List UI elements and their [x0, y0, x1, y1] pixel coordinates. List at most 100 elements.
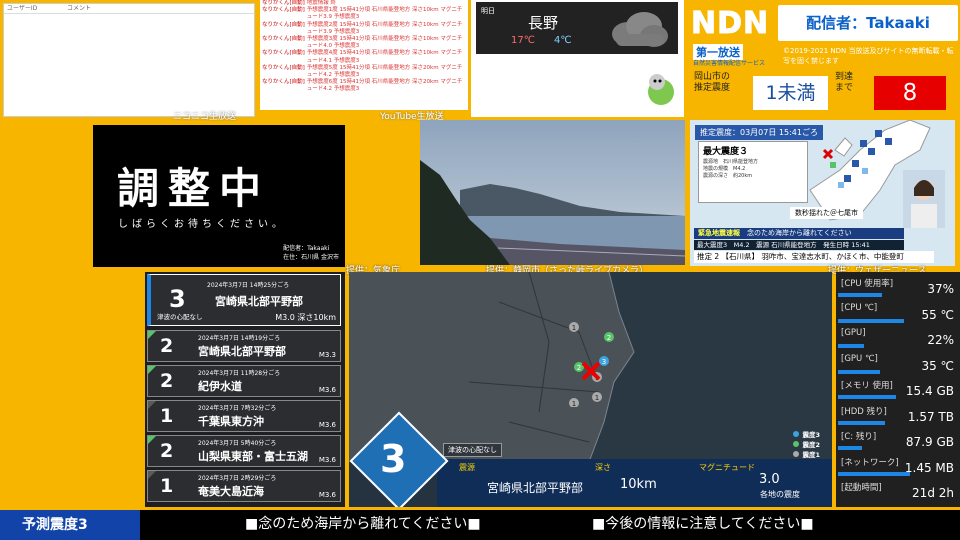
item-magnitude: M3.3	[318, 351, 336, 359]
monitor-value: 35 ℃	[921, 358, 954, 373]
svg-text:2: 2	[607, 334, 611, 342]
legend-label: 震度3	[802, 431, 820, 439]
item-time: 2024年3月7日 5時40分ごろ	[198, 440, 277, 447]
item-intensity: 2	[160, 335, 174, 357]
monitor-value: 55 ℃	[921, 307, 954, 322]
monitor-value: 22%	[927, 333, 954, 347]
forecast-day: 明日	[481, 7, 495, 15]
intensity-marker	[148, 471, 156, 479]
monitor-row: [GPU] 22%	[838, 327, 958, 348]
earthquake-history-list: 3 2024年3月7日 14時25分ごろ 宮崎県北部平野部 津波の心配なし M3…	[145, 272, 345, 507]
epicenter: 震源地 石川県能登地方	[703, 159, 759, 165]
value-epicenter: 宮崎県北部平野部	[487, 481, 584, 495]
chat-msg: 予想震度2度 15時41分頃 石川県能登地方 深さ10km マグニチュード3.9…	[306, 21, 463, 35]
monitor-bar	[838, 420, 885, 425]
label-each-area: 各地の震度	[760, 490, 800, 499]
ticker-message-1: ■念のため海岸から離れてください■	[245, 516, 481, 532]
item-place: 山梨県東部・富士五湖	[198, 450, 308, 463]
monitor-row: [HDD 残り] 1.57 TB	[838, 404, 958, 425]
monitor-bar	[838, 318, 904, 323]
chat-user: なりかくん[自動]	[262, 21, 305, 28]
chat-row: なりかくん[自動] 予想震度4度 15時41分頃 石川県能登地方 深さ10km マ…	[262, 50, 466, 64]
svg-text:1: 1	[572, 324, 576, 332]
arrival-label: 到達 まで	[835, 72, 853, 94]
youtube-chat-panel: なりかくん[自動] 地震情報 終 なりかくん[自動] 予想震度1度 15時41分頃 …	[260, 0, 468, 110]
svg-text:1: 1	[572, 400, 576, 407]
item-time: 2024年3月7日 14時25分ごろ	[207, 282, 290, 289]
eew-info: 最大震度3 M4.2 震源 石川県能登地方 発生日時 15:41	[694, 240, 904, 250]
item-time: 2024年3月7日 2時29分ごろ	[198, 475, 277, 482]
legend-dot	[793, 441, 800, 447]
item-place: 奄美大島近海	[198, 485, 264, 498]
monitor-row: [メモリ 使用] 15.4 GB	[838, 378, 958, 399]
monitor-bar	[838, 395, 896, 399]
monitor-row: [ネットワーク] 1.45 MB	[838, 455, 958, 476]
item-intensity: 1	[160, 475, 174, 497]
col-user-id: ユーザーID	[7, 5, 38, 12]
item-place: 紀伊水道	[198, 380, 242, 393]
legend-item: 震度2	[793, 440, 820, 450]
item-magnitude: M3.6	[318, 386, 336, 394]
monitor-bar	[838, 293, 883, 297]
legend-dot	[793, 451, 800, 457]
list-item[interactable]: 2 2024年3月7日 14時19分ごろ 宮崎県北部平野部 M3.3	[147, 330, 341, 362]
eew-banner: 緊急地震速報 念のため海岸から離れてください	[694, 228, 904, 239]
chat-user: なりかくん[自動]	[262, 50, 305, 57]
chat-user: なりかくん[自動]	[262, 64, 305, 71]
depth: 震源の深さ 約20km	[703, 173, 753, 179]
quake-summary: 最大震度３ 震源地 石川県能登地方 地震の規模 M4.2 震源の深さ 約20km	[698, 141, 808, 203]
eew-message: 念のため海岸から離れてください	[747, 229, 852, 237]
monitor-bar	[838, 471, 910, 476]
niconico-caption: ニコニコ生放送	[173, 112, 237, 122]
please-wait-text: しばらくお待ちください。	[118, 219, 286, 230]
monitor-row: [GPU ℃] 35 ℃	[838, 353, 958, 374]
chat-user: なりかくん[自動]	[262, 7, 305, 14]
broadcaster-info: 配信者：Takaaki 在住：石川県 金沢市	[283, 244, 339, 262]
chat-row: なりかくん[自動] 予想震度2度 15時41分頃 石川県能登地方 深さ10km マ…	[262, 22, 466, 36]
service-label: 自然災害情報配信サービス	[693, 60, 766, 67]
system-monitor: [CPU 使用率] 37% [CPU ℃] 55 ℃ [GPU] 22% [GPU ℃] 35…	[836, 272, 960, 507]
broadcaster-name: 配信者：Takaaki	[283, 245, 330, 252]
list-item[interactable]: 3 2024年3月7日 14時25分ごろ 宮崎県北部平野部 津波の心配なし M3…	[147, 274, 341, 326]
quake-detail-bar: 震源 宮崎県北部平野部 深さ 10km マグニチュード 3.0 各地の震度	[437, 459, 832, 507]
svg-text:3: 3	[602, 358, 606, 366]
estimate-label: 岡山市の 推定震度	[694, 72, 730, 94]
eew-label: 緊急地震速報	[698, 229, 740, 237]
shake-report: 数秒揺れた＠七尾市	[790, 207, 863, 219]
value-depth: 10km	[620, 477, 657, 492]
intensity-marker	[148, 436, 156, 444]
item-time: 2024年3月7日 11時28分ごろ	[198, 370, 281, 377]
item-magnitude: M3.0 深さ10km	[275, 313, 336, 322]
copyright: ©2019-2021 NDN 当放送及びサイトの無断転載・転写を固く禁じます	[783, 47, 954, 65]
arrival-label-1: 到達	[835, 72, 854, 82]
item-intensity: 2	[160, 370, 174, 392]
live-camera-view	[420, 120, 685, 265]
list-item[interactable]: 1 2024年3月7日 7時32分ごろ 千葉県東方沖 M3.6	[147, 400, 341, 432]
chat-user: なりかくん[自動]	[262, 36, 305, 43]
epicenter-map: 1 2 2 3 1 1 1 震度3 震度2 震度1 震源 宮崎県北部平野部 深さ…	[349, 272, 832, 507]
weather-forecast-box: 明日 長野 17℃ 4℃	[476, 2, 678, 54]
intensity-estimate-panel: 推定震度：03月07日 15:41ごろ 最大震度３ 震源地 石川県能登地方 地震…	[690, 120, 955, 266]
mascot-icon	[648, 74, 674, 105]
intensity-marker	[148, 401, 156, 409]
chat-header: ユーザーID コメント	[4, 4, 254, 14]
list-item[interactable]: 2 2024年3月7日 5時40分ごろ 山梨県東部・富士五湖 M3.6	[147, 435, 341, 467]
ticker-message-2: ■今後の情報に注意してください■	[592, 516, 814, 532]
chat-row: なりかくん[自動] 予想震度5度 15時41分頃 石川県能登地方 深さ20km マ…	[262, 65, 466, 79]
caster-name: 配信者：Takaaki	[778, 5, 958, 41]
affected-areas: 推定 2 【石川県】 羽咋市、宝達志水町、かほく市、中能登町	[694, 251, 934, 263]
list-item[interactable]: 2 2024年3月7日 11時28分ごろ紀伊水道 M3.6	[147, 365, 341, 397]
arrival-label-2: まで	[835, 83, 854, 93]
monitor-label: [CPU ℃]	[841, 302, 878, 313]
monitor-label: [CPU 使用率]	[841, 279, 894, 289]
chat-row: なりかくん[自動] 予想震度3度 15時41分頃 石川県能登地方 深さ10km マ…	[262, 36, 466, 50]
temp-low: 4℃	[554, 35, 572, 46]
monitor-label: [GPU]	[841, 328, 866, 338]
list-item[interactable]: 1 2024年3月7日 2時29分ごろ 奄美大島近海 M3.6	[147, 470, 341, 502]
intensity-marker	[148, 331, 156, 339]
monitor-value: 1.57 TB	[907, 409, 954, 424]
intensity-marker	[148, 366, 156, 374]
estimate-city: 岡山市の	[694, 72, 731, 82]
label-depth: 深さ	[595, 463, 611, 472]
label-epicenter: 震源	[459, 463, 475, 472]
